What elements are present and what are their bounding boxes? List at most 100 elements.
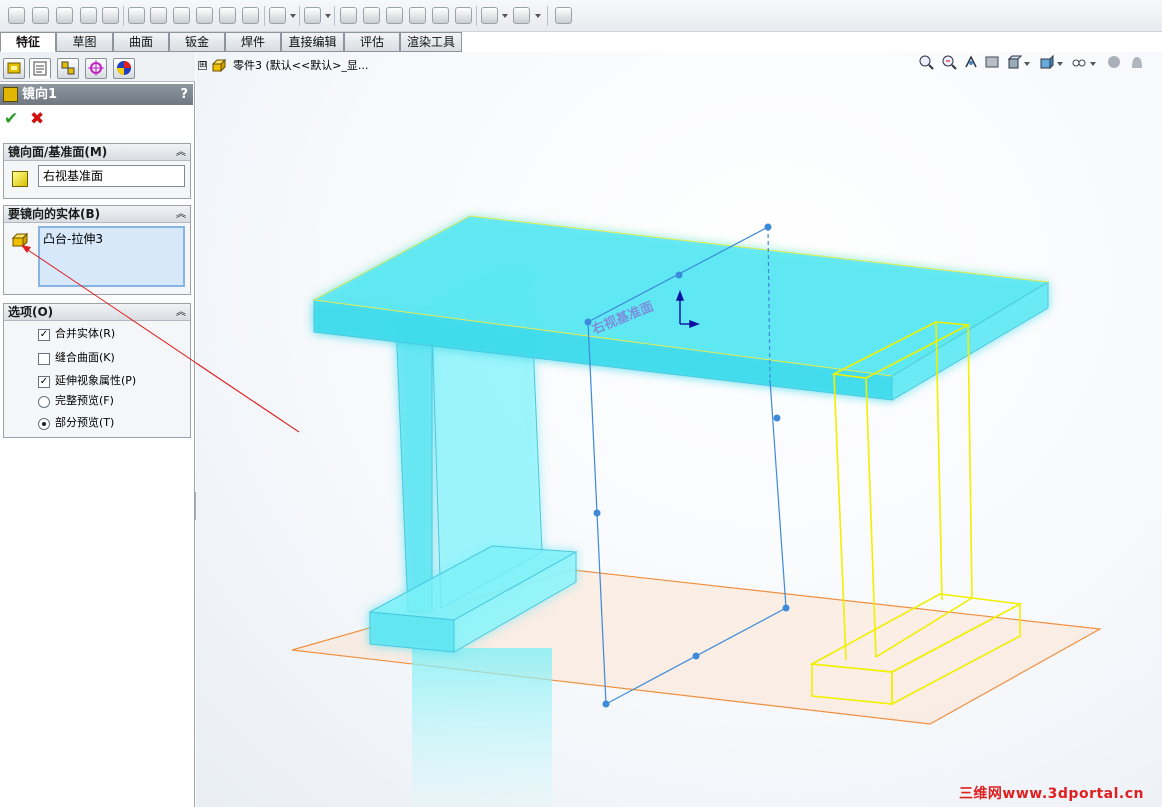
bodies-group-header[interactable]: 要镜向的实体(B) ︽ xyxy=(4,206,190,223)
toolbar-separator xyxy=(476,6,477,26)
toolbar-separator xyxy=(264,6,265,26)
zoom-to-fit-icon[interactable] xyxy=(918,54,934,70)
rib-icon[interactable] xyxy=(340,7,357,24)
draft-icon[interactable] xyxy=(386,7,403,24)
feature-title: 镜向1 xyxy=(22,87,58,102)
full-preview-radio[interactable] xyxy=(38,396,50,408)
chevron-down-icon[interactable] xyxy=(502,14,508,18)
group-title: 镜向面/基准面(M) xyxy=(8,145,108,159)
tab-sheet-metal[interactable]: 钣金 xyxy=(169,32,225,52)
boundary-boss-icon[interactable] xyxy=(102,7,119,24)
leg-reflection xyxy=(412,648,552,807)
feature-manager-tab[interactable] xyxy=(3,58,25,79)
group-title: 要镜向的实体(B) xyxy=(8,207,101,221)
chevron-down-icon[interactable] xyxy=(1090,62,1096,66)
knit-surfaces-label: 缝合曲面(K) xyxy=(55,351,115,364)
group-title: 选项(O) xyxy=(8,305,54,319)
configuration-manager-tab[interactable] xyxy=(57,58,79,79)
heads-up-view-toolbar xyxy=(914,52,1159,74)
apply-scene-icon[interactable] xyxy=(1129,54,1145,70)
chevron-down-icon[interactable] xyxy=(1057,62,1063,66)
edit-appearance-icon[interactable] xyxy=(1106,54,1122,70)
tab-evaluate[interactable]: 评估 xyxy=(344,32,400,52)
extrude-cut-icon[interactable] xyxy=(128,7,145,24)
zoom-to-area-icon[interactable] xyxy=(941,54,957,70)
display-style-icon[interactable] xyxy=(1038,54,1054,70)
view-orientation-icon[interactable] xyxy=(1006,54,1023,70)
bodies-to-mirror-group: 要镜向的实体(B) ︽ 凸台-拉伸3 xyxy=(3,205,191,295)
mirror-face-input[interactable]: 右视基准面 xyxy=(38,165,185,187)
manager-tabs xyxy=(0,52,195,82)
fillet-icon[interactable] xyxy=(269,7,286,24)
toolbar-separator xyxy=(547,6,548,26)
propagate-visual-checkbox[interactable]: ✓ xyxy=(38,376,50,388)
tab-features[interactable]: 特征 xyxy=(0,32,56,52)
extrude-boss-icon[interactable] xyxy=(8,7,25,24)
linear-pattern-icon[interactable] xyxy=(304,7,321,24)
part-icon xyxy=(212,59,226,72)
tab-render-tools[interactable]: 渲染工具 xyxy=(400,32,462,52)
collapse-icon[interactable]: ︽ xyxy=(176,206,186,223)
tab-surfaces[interactable]: 曲面 xyxy=(113,32,169,52)
partial-preview-radio[interactable] xyxy=(38,418,50,430)
sweep-boss-icon[interactable] xyxy=(56,7,73,24)
revolve-boss-icon[interactable] xyxy=(32,7,49,24)
partial-preview-label: 部分预览(T) xyxy=(55,416,115,429)
display-manager-tab[interactable] xyxy=(113,58,135,79)
mirror-icon[interactable] xyxy=(455,7,472,24)
appearance-ball-icon xyxy=(117,61,131,75)
reference-geometry-icon[interactable] xyxy=(481,7,498,24)
toolbar-separator xyxy=(334,6,335,26)
tab-direct-editing[interactable]: 直接编辑 xyxy=(281,32,344,52)
graphics-viewport[interactable]: 右视基准面 ⊞ 零件3 (默认<<默认>_显... 三维网www.3dporta… xyxy=(196,52,1162,807)
collapse-icon[interactable]: ︽ xyxy=(176,304,186,321)
hide-show-items-icon[interactable] xyxy=(1071,54,1087,70)
loft-cut-icon[interactable] xyxy=(219,7,236,24)
chevron-down-icon[interactable] xyxy=(1024,62,1030,66)
mirror-face-group: 镜向面/基准面(M) ︽ 右视基准面 xyxy=(3,143,191,199)
chevron-down-icon[interactable] xyxy=(290,14,296,18)
expand-icon[interactable]: ⊞ xyxy=(198,61,207,70)
body-selection-icon xyxy=(12,232,28,248)
feature-tree-icon xyxy=(7,62,21,74)
dimxpert-manager-tab[interactable] xyxy=(85,58,107,79)
crosshair-icon xyxy=(88,60,104,76)
property-manager-tab[interactable] xyxy=(29,58,51,79)
tab-sketch[interactable]: 草图 xyxy=(56,32,113,52)
plane-selection-icon xyxy=(12,171,28,187)
cancel-button[interactable]: ✖ xyxy=(30,110,46,128)
bodies-selection-list[interactable]: 凸台-拉伸3 xyxy=(38,226,185,287)
instant3d-icon[interactable] xyxy=(555,7,572,24)
property-list-icon xyxy=(33,61,47,76)
merge-solids-checkbox[interactable]: ✓ xyxy=(38,329,50,341)
list-item[interactable]: 凸台-拉伸3 xyxy=(43,230,180,247)
watermark: 三维网www.3dportal.cn xyxy=(958,786,1144,802)
section-view-icon[interactable] xyxy=(984,54,1000,70)
wrap-icon[interactable] xyxy=(363,7,380,24)
revolve-cut-icon[interactable] xyxy=(173,7,190,24)
loft-boss-icon[interactable] xyxy=(80,7,97,24)
intersect-icon[interactable] xyxy=(432,7,449,24)
chevron-down-icon[interactable] xyxy=(535,14,541,18)
collapse-icon[interactable]: ︽ xyxy=(176,144,186,161)
ok-button[interactable]: ✔ xyxy=(4,110,20,128)
previous-view-icon[interactable] xyxy=(963,54,979,70)
mirror-face-group-header[interactable]: 镜向面/基准面(M) ︽ xyxy=(4,144,190,161)
configuration-icon xyxy=(61,61,75,75)
chevron-down-icon[interactable] xyxy=(325,14,331,18)
merge-solids-label: 合并实体(R) xyxy=(55,327,116,340)
shell-icon[interactable] xyxy=(409,7,426,24)
help-button[interactable]: ? xyxy=(180,84,188,105)
knit-surfaces-checkbox[interactable] xyxy=(38,353,50,365)
sweep-cut-icon[interactable] xyxy=(196,7,213,24)
model-scene[interactable]: 右视基准面 xyxy=(196,52,1162,807)
toolbar-separator xyxy=(299,6,300,26)
options-group: 选项(O) ︽ ✓ 合并实体(R) 缝合曲面(K) ✓ 延伸视象属性(P) 完整… xyxy=(3,303,191,438)
boundary-cut-icon[interactable] xyxy=(242,7,259,24)
curves-icon[interactable] xyxy=(513,7,530,24)
hole-wizard-icon[interactable] xyxy=(150,7,167,24)
tab-weldments[interactable]: 焊件 xyxy=(225,32,281,52)
propagate-visual-label: 延伸视象属性(P) xyxy=(55,374,137,387)
options-group-header[interactable]: 选项(O) ︽ xyxy=(4,304,190,321)
mirror-feature-icon xyxy=(3,87,18,102)
